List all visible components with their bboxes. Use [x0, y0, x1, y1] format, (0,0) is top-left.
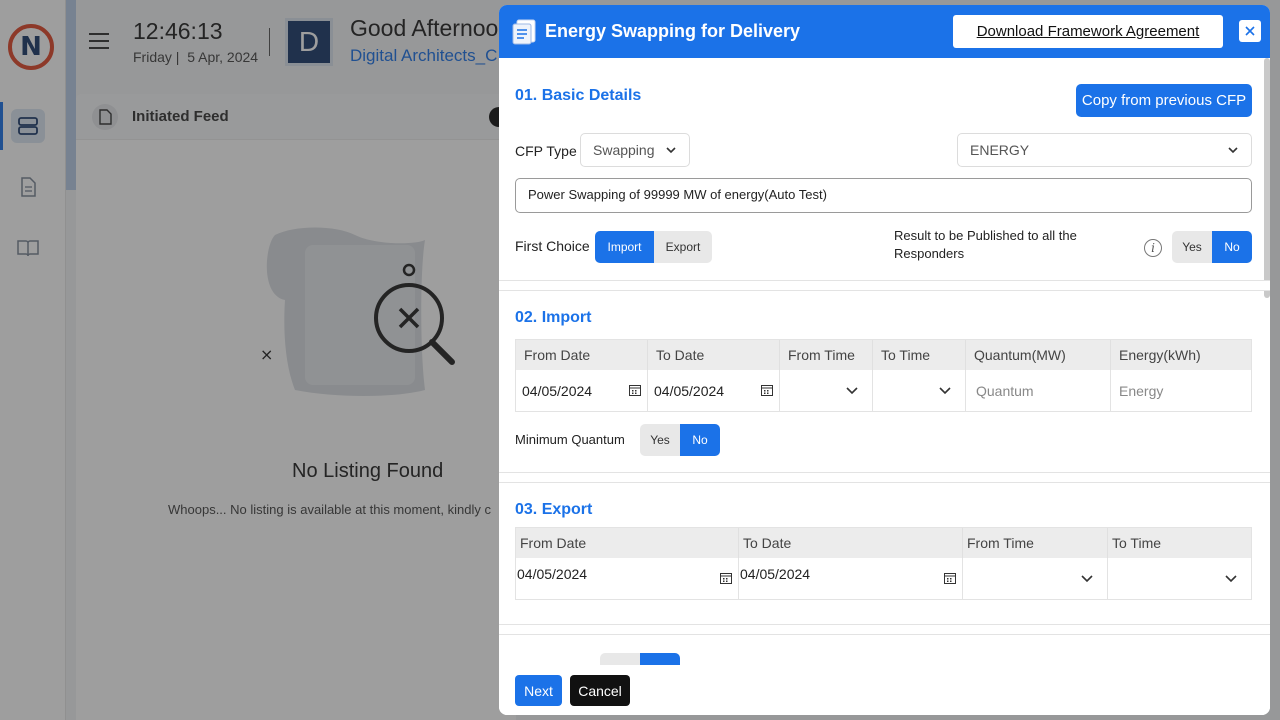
import-section-title: 02. Import	[515, 309, 592, 326]
scrollbar[interactable]	[1264, 58, 1270, 298]
swap-doc-icon	[512, 19, 536, 44]
chevron-down-icon	[846, 387, 858, 395]
publish-results-toggle[interactable]: Yes No	[1172, 231, 1252, 263]
info-icon[interactable]: i	[1144, 239, 1162, 257]
basic-details-title: 01. Basic Details	[515, 87, 642, 104]
import-col-from-time: From Time	[780, 340, 873, 370]
import-col-energy: Energy(kWh)	[1119, 347, 1201, 363]
import-to-date-input[interactable]: 04/05/2024	[648, 370, 780, 411]
import-to-time-select[interactable]	[873, 370, 966, 411]
commodity-select[interactable]: ENERGY	[957, 133, 1252, 167]
close-icon	[1245, 26, 1255, 36]
import-to-date-value: 04/05/2024	[654, 382, 725, 399]
chevron-down-icon	[939, 387, 951, 395]
chevron-down-icon	[666, 147, 676, 154]
export-col-to-time: To Time	[1112, 535, 1162, 551]
table-row: 04/05/2024 04/05/2024	[516, 558, 1251, 599]
quantum-input[interactable]: Quantum	[966, 370, 1111, 411]
export-col-to-date: To Date	[739, 528, 963, 558]
import-table: From Date To Date From Time To Time Quan…	[515, 339, 1252, 412]
import-from-date-input[interactable]: 04/05/2024	[516, 370, 648, 411]
minimum-quantum-label: Minimum Quantum	[515, 432, 625, 447]
publish-no[interactable]: No	[1212, 231, 1252, 263]
min-quantum-yes[interactable]: Yes	[640, 424, 680, 456]
export-from-date-value: 04/05/2024	[517, 566, 588, 582]
import-col-to-date: To Date	[648, 340, 780, 370]
export-col-from-time: From Time	[963, 528, 1108, 558]
section-divider	[499, 472, 1270, 483]
first-choice-label: First Choice	[515, 238, 590, 254]
chevron-down-icon	[1081, 575, 1093, 583]
download-agreement-button[interactable]: Download Framework Agreement	[953, 15, 1223, 48]
import-col-quantum: Quantum(MW)	[966, 340, 1111, 370]
description-input[interactable]: Power Swapping of 99999 MW of energy(Aut…	[515, 178, 1252, 213]
export-to-date-value: 04/05/2024	[740, 566, 811, 582]
min-quantum-no[interactable]: No	[680, 424, 720, 456]
modal-header: Energy Swapping for Delivery Download Fr…	[499, 5, 1270, 58]
table-row: 04/05/2024 04/05/2024 Quantum Energy	[516, 370, 1251, 411]
calendar-icon[interactable]	[944, 572, 956, 584]
commodity-value: ENERGY	[970, 142, 1030, 158]
energy-swapping-modal: Energy Swapping for Delivery Download Fr…	[499, 5, 1270, 715]
publish-results-label: Result to be Published to all the Respon…	[894, 228, 1077, 261]
cfp-type-label: CFP Type	[515, 143, 577, 159]
export-table: From Date To Date From Time To Time 04/0…	[515, 527, 1252, 600]
first-choice-toggle[interactable]: Import Export	[595, 231, 712, 263]
energy-input[interactable]: Energy	[1111, 370, 1251, 411]
import-table-header: From Date To Date From Time To Time Quan…	[516, 340, 1251, 370]
export-from-date-input[interactable]: 04/05/2024	[516, 558, 739, 599]
import-col-from-date: From Date	[516, 340, 648, 370]
cfp-type-select[interactable]: Swapping	[580, 133, 690, 167]
export-to-date-input[interactable]: 04/05/2024	[739, 558, 963, 599]
export-to-time-select[interactable]	[1108, 558, 1251, 599]
export-from-time-select[interactable]	[963, 558, 1108, 599]
minimum-quantum-toggle[interactable]: Yes No	[640, 424, 720, 456]
calendar-icon[interactable]	[720, 572, 732, 584]
chevron-down-icon	[1225, 575, 1237, 583]
cfp-type-value: Swapping	[593, 142, 655, 158]
first-choice-import[interactable]: Import	[595, 231, 654, 263]
export-section-title: 03. Export	[515, 501, 593, 518]
import-from-date-value: 04/05/2024	[522, 382, 593, 399]
cancel-button[interactable]: Cancel	[570, 675, 630, 706]
copy-previous-cfp-button[interactable]: Copy from previous CFP	[1076, 84, 1252, 117]
next-button[interactable]: Next	[515, 675, 562, 706]
import-col-to-time: To Time	[873, 340, 966, 370]
import-from-time-select[interactable]	[780, 370, 873, 411]
publish-yes[interactable]: Yes	[1172, 231, 1212, 263]
section-divider	[499, 624, 1270, 635]
calendar-icon[interactable]	[761, 384, 773, 396]
modal-title: Energy Swapping for Delivery	[545, 21, 801, 41]
export-table-header: From Date To Date From Time To Time	[516, 528, 1251, 558]
modal-footer: Next Cancel	[499, 665, 1270, 715]
close-modal-button[interactable]	[1239, 20, 1261, 42]
chevron-down-icon	[1228, 147, 1238, 154]
section-divider	[499, 280, 1270, 291]
first-choice-export[interactable]: Export	[654, 231, 712, 263]
calendar-icon[interactable]	[629, 384, 641, 396]
export-col-from-date: From Date	[516, 528, 739, 558]
